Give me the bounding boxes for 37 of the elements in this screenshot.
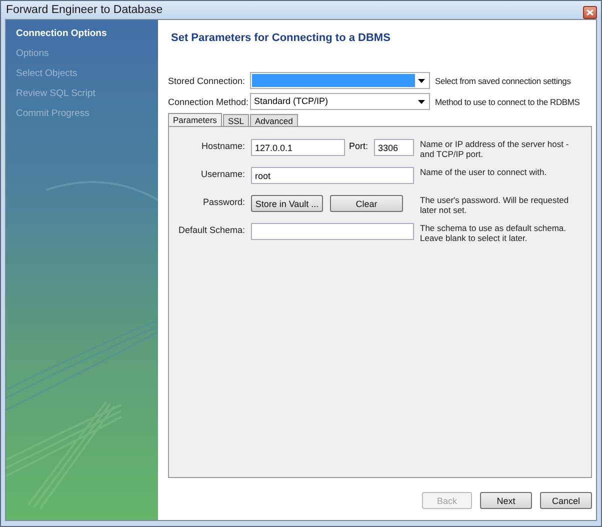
- wizard-button[interactable]: Next: [480, 492, 532, 509]
- tab[interactable]: Parameters: [168, 113, 222, 126]
- input-field[interactable]: 3306: [374, 139, 414, 156]
- help-text: The schema to use as default schema. Leave blank to select it later.: [419, 223, 567, 243]
- field-label: Port:: [348, 140, 370, 153]
- sidebar-step: Review SQL Script: [6, 84, 158, 104]
- close-button[interactable]: [583, 6, 597, 18]
- input-field[interactable]: [251, 223, 414, 240]
- sidebar-step: Select Objects: [6, 64, 158, 84]
- help-text: Method to use to connect to the RDBMS: [434, 96, 580, 106]
- caret-icon: [418, 78, 425, 82]
- help-text: The user's password. Will be requested later not set.: [419, 195, 570, 215]
- sidebar-step: Connection Options: [6, 24, 158, 44]
- sidebar-step: Commit Progress: [6, 104, 158, 124]
- page-heading: Set Parameters for Connecting to a DBMS: [171, 32, 392, 46]
- field-label: Default Schema:: [177, 224, 246, 237]
- field-label: Stored Connection:: [168, 76, 246, 86]
- action-button[interactable]: Clear: [330, 195, 403, 212]
- wizard-button[interactable]: Cancel: [540, 492, 592, 509]
- field-label: Connection Method:: [168, 96, 250, 106]
- field-label: Hostname:: [200, 140, 246, 153]
- action-button[interactable]: Store in Vault ...: [251, 195, 323, 212]
- tab[interactable]: SSL: [222, 114, 250, 126]
- field-label: Username:: [200, 168, 246, 181]
- sidebar-step: Options: [6, 44, 158, 64]
- help-text: Name of the user to connect with.: [419, 167, 548, 177]
- window-title: Forward Engineer to Database: [6, 4, 163, 16]
- help-text: Select from saved connection settings: [434, 76, 571, 86]
- input-field[interactable]: root: [251, 167, 414, 184]
- dropdown[interactable]: Standard (TCP/IP): [250, 93, 430, 110]
- field-label: Password:: [202, 196, 246, 209]
- input-field[interactable]: 127.0.0.1: [251, 139, 345, 156]
- close-icon: [586, 8, 594, 16]
- tab[interactable]: Advanced: [250, 114, 298, 126]
- caret-icon: [418, 100, 425, 104]
- help-text: Name or IP address of the server host - and TCP/IP port.: [419, 139, 570, 159]
- dropdown[interactable]: [250, 72, 430, 89]
